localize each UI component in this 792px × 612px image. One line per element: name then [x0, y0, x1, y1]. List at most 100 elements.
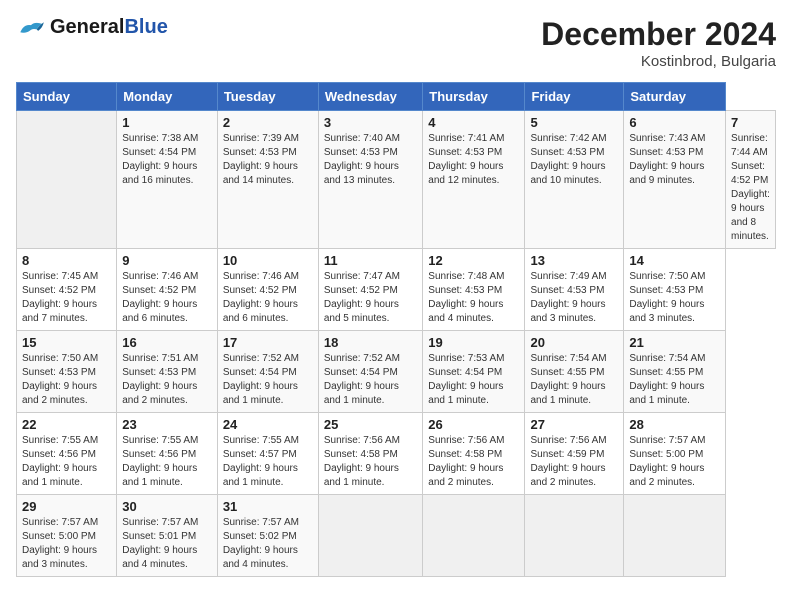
calendar-table: SundayMondayTuesdayWednesdayThursdayFrid…	[16, 82, 776, 577]
day-cell: 22 Sunrise: 7:55 AM Sunset: 4:56 PM Dayli…	[17, 413, 117, 495]
week-row-2: 8 Sunrise: 7:45 AM Sunset: 4:52 PM Daylig…	[17, 249, 776, 331]
day-cell: 20 Sunrise: 7:54 AM Sunset: 4:55 PM Dayli…	[525, 331, 624, 413]
day-cell	[318, 495, 422, 577]
day-cell: 16 Sunrise: 7:51 AM Sunset: 4:53 PM Dayli…	[117, 331, 218, 413]
day-number: 6	[629, 115, 720, 130]
day-cell: 17Sunrise: 7:52 AM Sunset: 4:54 PM Dayli…	[217, 331, 318, 413]
day-cell: 13 Sunrise: 7:49 AM Sunset: 4:53 PM Dayli…	[525, 249, 624, 331]
day-info: Sunrise: 7:50 AM Sunset: 4:53 PM Dayligh…	[629, 270, 720, 326]
weekday-header-friday: Friday	[525, 83, 624, 111]
day-cell: 1Sunrise: 7:38 AM Sunset: 4:54 PM Daylig…	[117, 111, 218, 249]
day-info: Sunrise: 7:57 AM Sunset: 5:01 PM Dayligh…	[122, 516, 212, 572]
day-number: 13	[530, 253, 618, 268]
day-cell	[17, 111, 117, 249]
day-info: Sunrise: 7:55 AM Sunset: 4:57 PM Dayligh…	[223, 434, 313, 490]
day-cell: 31 Sunrise: 7:57 AM Sunset: 5:02 PM Dayli…	[217, 495, 318, 577]
day-number: 30	[122, 499, 212, 514]
day-cell: 3 Sunrise: 7:40 AM Sunset: 4:53 PM Daylig…	[318, 111, 422, 249]
logo-icon	[16, 18, 46, 38]
logo: GeneralBlue	[16, 16, 168, 39]
day-number: 4	[428, 115, 519, 130]
day-info: Sunrise: 7:51 AM Sunset: 4:53 PM Dayligh…	[122, 352, 212, 408]
day-cell: 21 Sunrise: 7:54 AM Sunset: 4:55 PM Dayli…	[624, 331, 726, 413]
day-info: Sunrise: 7:57 AM Sunset: 5:00 PM Dayligh…	[22, 516, 111, 572]
day-number: 31	[223, 499, 313, 514]
header: GeneralBlue December 2024 Kostinbrod, Bu…	[16, 16, 776, 70]
day-cell: 30 Sunrise: 7:57 AM Sunset: 5:01 PM Dayli…	[117, 495, 218, 577]
day-number: 3	[324, 115, 417, 130]
week-row-1: 1Sunrise: 7:38 AM Sunset: 4:54 PM Daylig…	[17, 111, 776, 249]
day-info: Sunrise: 7:47 AM Sunset: 4:52 PM Dayligh…	[324, 270, 417, 326]
day-info: Sunrise: 7:56 AM Sunset: 4:58 PM Dayligh…	[324, 434, 417, 490]
day-cell: 23 Sunrise: 7:55 AM Sunset: 4:56 PM Dayli…	[117, 413, 218, 495]
day-number: 24	[223, 417, 313, 432]
week-row-5: 29 Sunrise: 7:57 AM Sunset: 5:00 PM Dayli…	[17, 495, 776, 577]
day-number: 2	[223, 115, 313, 130]
day-number: 26	[428, 417, 519, 432]
day-number: 21	[629, 335, 720, 350]
day-cell: 11 Sunrise: 7:47 AM Sunset: 4:52 PM Dayli…	[318, 249, 422, 331]
day-cell: 14 Sunrise: 7:50 AM Sunset: 4:53 PM Dayli…	[624, 249, 726, 331]
day-info: Sunrise: 7:54 AM Sunset: 4:55 PM Dayligh…	[629, 352, 720, 408]
day-number: 9	[122, 253, 212, 268]
day-cell	[423, 495, 525, 577]
day-info: Sunrise: 7:56 AM Sunset: 4:59 PM Dayligh…	[530, 434, 618, 490]
day-info: Sunrise: 7:41 AM Sunset: 4:53 PM Dayligh…	[428, 132, 519, 188]
weekday-header-thursday: Thursday	[423, 83, 525, 111]
weekday-header-tuesday: Tuesday	[217, 83, 318, 111]
weekday-header-saturday: Saturday	[624, 83, 726, 111]
day-cell: 24 Sunrise: 7:55 AM Sunset: 4:57 PM Dayli…	[217, 413, 318, 495]
day-info: Sunrise: 7:57 AM Sunset: 5:02 PM Dayligh…	[223, 516, 313, 572]
day-number: 10	[223, 253, 313, 268]
day-number: 7	[731, 115, 770, 130]
day-cell: 12Sunrise: 7:48 AM Sunset: 4:53 PM Dayli…	[423, 249, 525, 331]
day-cell: 2Sunrise: 7:39 AM Sunset: 4:53 PM Daylig…	[217, 111, 318, 249]
day-info: Sunrise: 7:40 AM Sunset: 4:53 PM Dayligh…	[324, 132, 417, 188]
logo-text: GeneralBlue	[50, 16, 168, 39]
location: Kostinbrod, Bulgaria	[541, 53, 776, 70]
day-number: 25	[324, 417, 417, 432]
day-number: 22	[22, 417, 111, 432]
day-cell: 8 Sunrise: 7:45 AM Sunset: 4:52 PM Daylig…	[17, 249, 117, 331]
day-info: Sunrise: 7:45 AM Sunset: 4:52 PM Dayligh…	[22, 270, 111, 326]
day-cell: 9 Sunrise: 7:46 AM Sunset: 4:52 PM Daylig…	[117, 249, 218, 331]
weekday-header-row: SundayMondayTuesdayWednesdayThursdayFrid…	[17, 83, 776, 111]
day-info: Sunrise: 7:57 AM Sunset: 5:00 PM Dayligh…	[629, 434, 720, 490]
day-number: 15	[22, 335, 111, 350]
day-cell: 15 Sunrise: 7:50 AM Sunset: 4:53 PM Dayli…	[17, 331, 117, 413]
day-cell	[624, 495, 726, 577]
day-cell: 27 Sunrise: 7:56 AM Sunset: 4:59 PM Dayli…	[525, 413, 624, 495]
day-info: Sunrise: 7:46 AM Sunset: 4:52 PM Dayligh…	[223, 270, 313, 326]
day-number: 11	[324, 253, 417, 268]
day-info: Sunrise: 7:55 AM Sunset: 4:56 PM Dayligh…	[122, 434, 212, 490]
day-number: 20	[530, 335, 618, 350]
day-cell: 10 Sunrise: 7:46 AM Sunset: 4:52 PM Dayli…	[217, 249, 318, 331]
day-cell: 29 Sunrise: 7:57 AM Sunset: 5:00 PM Dayli…	[17, 495, 117, 577]
day-cell: 28Sunrise: 7:57 AM Sunset: 5:00 PM Dayli…	[624, 413, 726, 495]
day-info: Sunrise: 7:48 AM Sunset: 4:53 PM Dayligh…	[428, 270, 519, 326]
day-number: 29	[22, 499, 111, 514]
day-info: Sunrise: 7:44 AM Sunset: 4:52 PM Dayligh…	[731, 132, 770, 244]
week-row-3: 15 Sunrise: 7:50 AM Sunset: 4:53 PM Dayli…	[17, 331, 776, 413]
day-number: 14	[629, 253, 720, 268]
day-number: 16	[122, 335, 212, 350]
day-cell: 25 Sunrise: 7:56 AM Sunset: 4:58 PM Dayli…	[318, 413, 422, 495]
day-number: 23	[122, 417, 212, 432]
day-info: Sunrise: 7:52 AM Sunset: 4:54 PM Dayligh…	[223, 352, 313, 408]
day-number: 1	[122, 115, 212, 130]
day-number: 5	[530, 115, 618, 130]
title-area: December 2024 Kostinbrod, Bulgaria	[541, 16, 776, 70]
day-number: 8	[22, 253, 111, 268]
day-number: 27	[530, 417, 618, 432]
day-info: Sunrise: 7:43 AM Sunset: 4:53 PM Dayligh…	[629, 132, 720, 188]
day-info: Sunrise: 7:42 AM Sunset: 4:53 PM Dayligh…	[530, 132, 618, 188]
day-info: Sunrise: 7:46 AM Sunset: 4:52 PM Dayligh…	[122, 270, 212, 326]
day-cell: 26Sunrise: 7:56 AM Sunset: 4:58 PM Dayli…	[423, 413, 525, 495]
day-info: Sunrise: 7:53 AM Sunset: 4:54 PM Dayligh…	[428, 352, 519, 408]
weekday-header-wednesday: Wednesday	[318, 83, 422, 111]
day-info: Sunrise: 7:50 AM Sunset: 4:53 PM Dayligh…	[22, 352, 111, 408]
day-number: 19	[428, 335, 519, 350]
day-info: Sunrise: 7:49 AM Sunset: 4:53 PM Dayligh…	[530, 270, 618, 326]
day-info: Sunrise: 7:54 AM Sunset: 4:55 PM Dayligh…	[530, 352, 618, 408]
day-info: Sunrise: 7:55 AM Sunset: 4:56 PM Dayligh…	[22, 434, 111, 490]
